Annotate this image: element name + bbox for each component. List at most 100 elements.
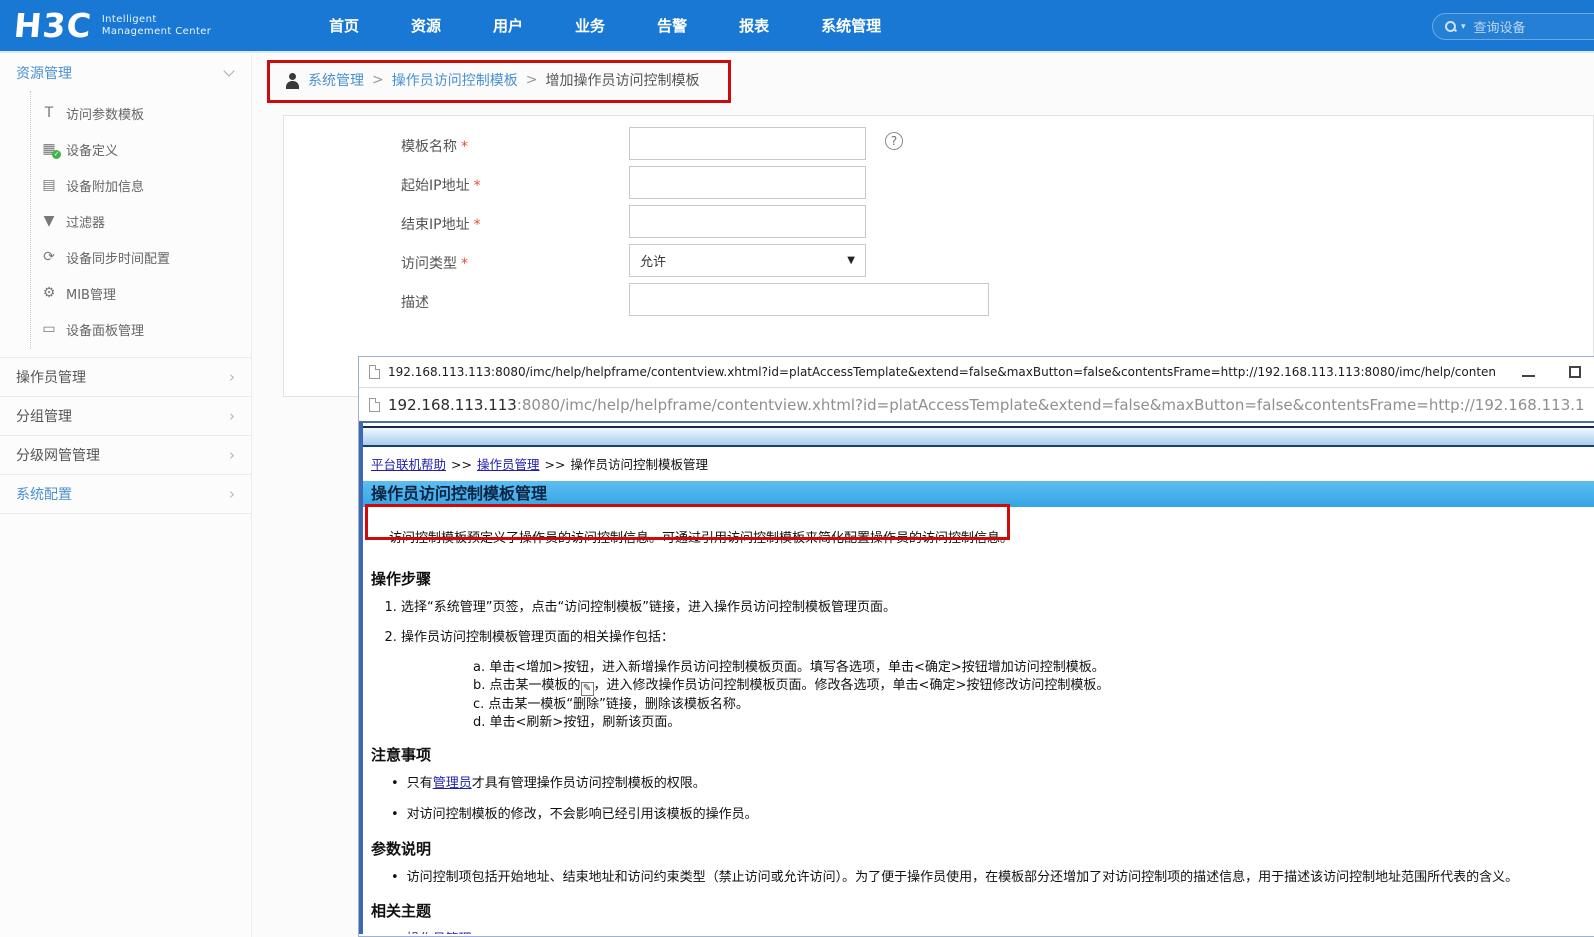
nav-item-资源[interactable]: 资源 xyxy=(385,15,467,36)
模板名称-input[interactable] xyxy=(629,127,866,160)
help-note: 只有管理员才具有管理操作员访问控制模板的权限。 xyxy=(391,775,1587,793)
panel-icon: ▭ xyxy=(40,321,58,337)
sidebar-section-label: 系统配置 xyxy=(16,487,72,503)
device-search-box[interactable]: ▾ 查询设备 xyxy=(1432,13,1594,40)
administrator-link[interactable]: 管理员 xyxy=(433,776,472,791)
required-asterisk: * xyxy=(461,139,468,155)
结束IP地址-input[interactable] xyxy=(629,205,866,238)
search-icon xyxy=(1445,20,1457,33)
sidebar-item-label: 设备附加信息 xyxy=(66,179,145,195)
chevron-right-icon: › xyxy=(229,485,235,503)
related-topic: 操作员管理 xyxy=(391,931,1587,934)
sidebar-item[interactable]: ⚙ MIB管理 xyxy=(0,275,251,311)
check-badge-icon: ✓ xyxy=(52,150,61,159)
help-breadcrumb-link[interactable]: 操作员管理 xyxy=(477,457,540,472)
sidebar-item-label: 访问参数模板 xyxy=(66,107,145,123)
substep-text: 单击<增加>按钮，进入新增操作员访问控制模板页面。填写各选项，单击<确定>按钮增… xyxy=(489,660,1105,676)
breadcrumb: 系统管理 > 操作员访问控制模板 > 增加操作员访问控制模板 xyxy=(285,70,699,90)
main-menu: 首页 资源 用户 业务 告警 报表 系统管理 xyxy=(303,0,907,51)
nav-item-业务[interactable]: 业务 xyxy=(549,15,631,36)
nav-item-报表[interactable]: 报表 xyxy=(713,15,795,36)
help-substep: a. 单击<增加>按钮，进入新增操作员访问控制模板页面。填写各选项，单击<确定>… xyxy=(473,659,1587,677)
substep-prefix: b. xyxy=(473,678,490,694)
form-row: 模板名称 *? xyxy=(284,127,1593,166)
popup-address-bar[interactable]: 192.168.113.113:8080/imc/help/helpframe/… xyxy=(359,388,1594,423)
help-substep: c. 点击某一模板“删除”链接，删除该模板名称。 xyxy=(473,696,1587,714)
help-notes-list: 只有管理员才具有管理操作员访问控制模板的权限。对访问控制模板的修改，不会影响已经… xyxy=(391,775,1587,824)
sidebar-section[interactable]: 分级网管管理 › xyxy=(0,436,251,475)
sidebar-item[interactable]: ▤ 设备附加信息 xyxy=(0,167,251,203)
popup-title-bar[interactable]: 192.168.113.113:8080/imc/help/helpframe/… xyxy=(359,357,1594,388)
nav-item-首页[interactable]: 首页 xyxy=(303,15,385,36)
help-page-title: 操作员访问控制模板管理 xyxy=(363,481,1594,507)
breadcrumb-current: 增加操作员访问控制模板 xyxy=(545,73,700,89)
sidebar-item[interactable]: ▦ ✓ 设备定义 xyxy=(0,131,251,167)
nav-item-用户[interactable]: 用户 xyxy=(467,15,549,36)
chevron-right-icon: › xyxy=(229,368,235,386)
help-param: 访问控制项包括开始地址、结束地址和访问约束类型（禁止访问或允许访问）。为了便于操… xyxy=(391,869,1587,887)
access-type-select[interactable]: 允许 ▼ xyxy=(629,244,866,277)
sidebar-section[interactable]: 系统配置 › xyxy=(0,475,251,514)
help-question-icon[interactable]: ? xyxy=(885,132,903,150)
help-breadcrumb: 平台联机帮助 >> 操作员管理 >> 操作员访问控制模板管理 xyxy=(363,447,1594,478)
note-text: 只有 xyxy=(406,776,433,792)
sidebar-group-resource-management[interactable]: 资源管理 xyxy=(0,55,251,91)
sync-icon: ⟳ xyxy=(40,249,58,265)
required-asterisk: * xyxy=(473,178,481,194)
device-info-icon: ▤ xyxy=(40,177,58,193)
描述-input[interactable] xyxy=(629,283,989,316)
sidebar-section[interactable]: 分组管理 › xyxy=(0,397,251,436)
form-row: 起始IP地址 * xyxy=(284,166,1593,205)
field-label: 结束IP地址 * xyxy=(401,217,481,233)
sidebar-section[interactable]: 操作员管理 › xyxy=(0,358,251,397)
substep-text: ，进入修改操作员访问控制模板页面。修改各选项，单击<确定>按钮修改访问控制模板。 xyxy=(593,678,1110,694)
brand-subtitle: Intelligent Management Center xyxy=(101,13,212,37)
sidebar-item[interactable]: ⟳ 设备同步时间配置 xyxy=(0,239,251,275)
chevron-down-icon: ▾ xyxy=(1461,21,1466,32)
search-placeholder: 查询设备 xyxy=(1473,21,1526,36)
chevron-down-icon: ▼ xyxy=(847,255,855,266)
chevron-right-icon: › xyxy=(229,446,235,464)
breadcrumb-link[interactable]: 系统管理 xyxy=(308,70,364,90)
nav-item-系统管理[interactable]: 系统管理 xyxy=(795,15,907,36)
nav-item-告警[interactable]: 告警 xyxy=(631,15,713,36)
help-params-heading: 参数说明 xyxy=(371,839,432,858)
add-template-form-panel: 模板名称 *? 起始IP地址 * 结束IP地址 * 访问类型 * 允许 ▼ 描述 xyxy=(283,115,1594,397)
help-related-heading: 相关主题 xyxy=(371,901,432,920)
help-breadcrumb-link[interactable]: 平台联机帮助 xyxy=(371,457,446,472)
minimize-button[interactable] xyxy=(1522,375,1535,377)
sidebar-item[interactable]: T 访问参数模板 xyxy=(0,95,251,131)
help-header-strip xyxy=(363,426,1594,447)
sidebar-item-label: 设备定义 xyxy=(66,143,119,159)
起始IP地址-input[interactable] xyxy=(629,166,866,199)
popup-title-url: 192.168.113.113:8080/imc/help/helpframe/… xyxy=(388,365,1496,379)
page-icon xyxy=(369,397,380,412)
sidebar-item[interactable]: ▼ 过滤器 xyxy=(0,203,251,239)
breadcrumb-link[interactable]: 操作员访问控制模板 xyxy=(392,70,518,90)
wrench-icon: ⚙ xyxy=(40,285,58,301)
form-row: 结束IP地址 * xyxy=(284,205,1593,244)
field-label: 起始IP地址 * xyxy=(401,178,481,194)
sidebar-item-label: 过滤器 xyxy=(66,215,106,231)
breadcrumb-separator: > xyxy=(525,72,538,88)
form-row: 描述 xyxy=(284,283,1593,322)
sidebar-item-label: 设备面板管理 xyxy=(66,323,145,339)
help-related-list: 操作员管理在线操作员管理修改操作员密码密码控制策略 xyxy=(391,931,1587,934)
sidebar-item-label: 设备同步时间配置 xyxy=(66,251,171,267)
help-breadcrumb-current: 操作员访问控制模板管理 xyxy=(570,457,708,472)
form-row: 访问类型 * 允许 ▼ xyxy=(284,244,1593,283)
chevron-down-icon xyxy=(223,65,235,77)
substep-prefix: c. xyxy=(473,697,489,713)
substep-text: 点击某一模板的 xyxy=(489,678,581,694)
sidebar-section-label: 分组管理 xyxy=(16,409,72,425)
related-topic-link[interactable]: 操作员管理 xyxy=(407,932,472,934)
sidebar-section-label: 操作员管理 xyxy=(16,370,86,386)
form-rows: 模板名称 *? 起始IP地址 * 结束IP地址 * 访问类型 * 允许 ▼ 描述 xyxy=(284,116,1593,322)
select-value: 允许 xyxy=(640,255,667,270)
note-text: 对访问控制模板的修改，不会影响已经引用该模板的操作员。 xyxy=(406,807,758,823)
help-note: 对访问控制模板的修改，不会影响已经引用该模板的操作员。 xyxy=(391,806,1587,824)
help-breadcrumb-separator: >> xyxy=(451,457,472,472)
sidebar-group-title: 资源管理 xyxy=(16,66,72,82)
sidebar-item[interactable]: ▭ 设备面板管理 xyxy=(0,311,251,347)
maximize-button[interactable] xyxy=(1569,366,1581,378)
